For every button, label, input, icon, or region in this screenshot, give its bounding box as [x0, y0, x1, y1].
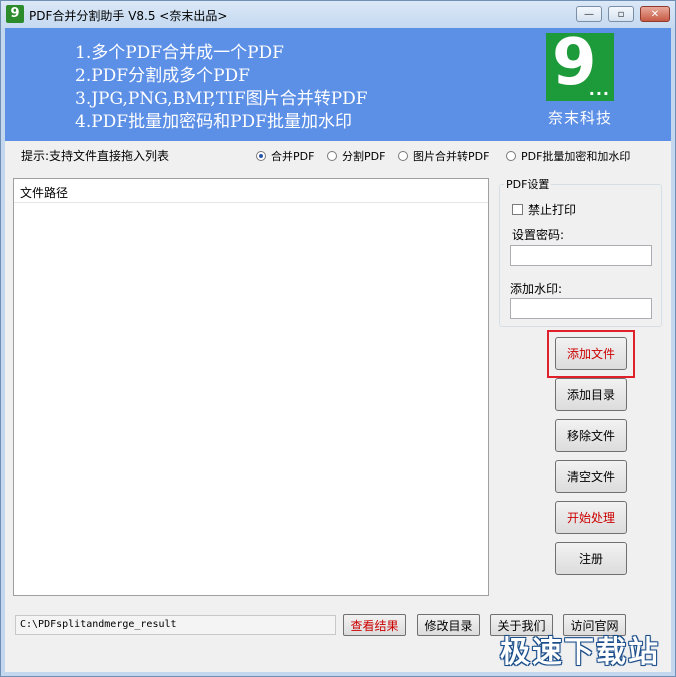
clear-files-button[interactable]: 清空文件 — [555, 460, 627, 493]
mode-merge-radio[interactable]: 合并PDF — [256, 148, 314, 164]
drag-hint: 提示:支持文件直接拖入列表 — [21, 149, 170, 163]
column-file-path: 文件路径 — [20, 186, 69, 200]
banner-line-2: 2.PDF分割成多个PDF — [75, 66, 250, 86]
window-title: PDF合并分割助手 V8.5 <奈末出品> — [29, 9, 228, 23]
file-list-header[interactable]: 文件路径 — [14, 179, 488, 203]
watermark-label: 添加水印: — [510, 282, 563, 296]
minimize-button[interactable]: — — [576, 6, 602, 22]
logo-dots: ... — [588, 80, 610, 99]
checkbox-icon — [512, 204, 523, 215]
close-button[interactable]: ✕ — [640, 6, 670, 22]
add-file-button[interactable]: 添加文件 — [555, 337, 627, 370]
start-button[interactable]: 开始处理 — [555, 501, 627, 534]
remove-file-button[interactable]: 移除文件 — [555, 419, 627, 452]
file-list[interactable]: 文件路径 — [13, 178, 489, 596]
register-button[interactable]: 注册 — [555, 542, 627, 575]
brand-name: 奈末科技 — [548, 109, 613, 127]
banner-line-4: 4.PDF批量加密码和PDF批量加水印 — [75, 112, 352, 132]
mode-encrypt-radio[interactable]: PDF批量加密和加水印 — [506, 148, 630, 164]
mode-split-radio[interactable]: 分割PDF — [327, 148, 385, 164]
feature-banner: 1.多个PDF合并成一个PDF 2.PDF分割成多个PDF 3.JPG,PNG,… — [5, 27, 671, 141]
mode-image-radio[interactable]: 图片合并转PDF — [398, 148, 489, 164]
mode-label: 合并PDF — [271, 150, 315, 163]
radio-icon — [398, 151, 408, 161]
mode-label: PDF批量加密和加水印 — [521, 150, 631, 163]
mode-label: 分割PDF — [342, 150, 386, 163]
restore-icon: ▫ — [617, 8, 625, 20]
change-dir-button[interactable]: 修改目录 — [417, 614, 480, 636]
banner-line-3: 3.JPG,PNG,BMP,TIF图片合并转PDF — [75, 89, 368, 109]
client-area: 1.多个PDF合并成一个PDF 2.PDF分割成多个PDF 3.JPG,PNG,… — [5, 27, 671, 672]
brand-logo: 9 ... — [546, 27, 614, 101]
password-label: 设置密码: — [512, 228, 565, 242]
app-window: 9 PDF合并分割助手 V8.5 <奈末出品> — ▫ ✕ 1.多个PDF合并成… — [0, 0, 676, 677]
app-icon: 9 — [6, 5, 24, 23]
disable-print-label: 禁止打印 — [528, 203, 577, 217]
pdf-settings-title: PDF设置 — [504, 176, 552, 192]
radio-icon — [506, 151, 516, 161]
title-bar[interactable]: 9 PDF合并分割助手 V8.5 <奈末出品> — ▫ ✕ — [1, 1, 675, 28]
disable-print-checkbox[interactable]: 禁止打印 — [512, 201, 576, 218]
view-result-button[interactable]: 查看结果 — [343, 614, 406, 636]
close-icon: ✕ — [650, 8, 660, 20]
banner-line-1: 1.多个PDF合并成一个PDF — [75, 43, 284, 63]
restore-button[interactable]: ▫ — [608, 6, 634, 22]
radio-icon — [327, 151, 337, 161]
radio-selected-icon — [256, 151, 266, 161]
mode-label: 图片合并转PDF — [413, 150, 490, 163]
site-watermark: 极速下载站 — [500, 635, 660, 670]
watermark-field[interactable] — [510, 298, 652, 319]
output-path-field[interactable]: C:\PDFsplitandmerge_result — [15, 615, 336, 635]
minimize-icon: — — [584, 8, 594, 20]
password-field[interactable] — [510, 245, 652, 266]
add-folder-button[interactable]: 添加目录 — [555, 378, 627, 411]
